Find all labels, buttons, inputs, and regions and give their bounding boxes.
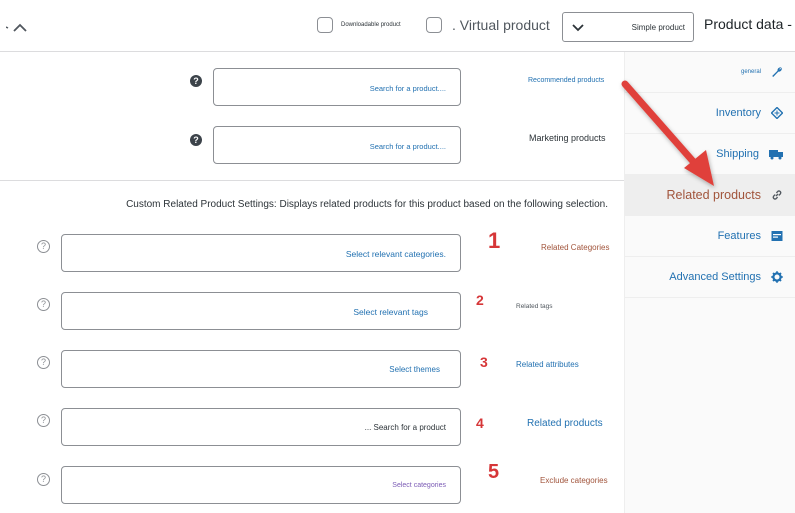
tab-features[interactable]: Features <box>625 216 795 257</box>
annotation-number-5: 5 <box>488 461 500 483</box>
related-categories-label: Related Categories <box>541 243 610 252</box>
virtual-checkbox[interactable] <box>426 17 442 33</box>
tab-related-products[interactable]: Related products <box>625 175 795 216</box>
help-icon[interactable]: ? <box>37 240 50 253</box>
downloadable-label: Downloadable product <box>341 22 401 28</box>
section-divider <box>0 180 624 181</box>
help-icon[interactable]: ? <box>37 298 50 311</box>
related-tags-input[interactable]: Select relevant tags <box>61 292 461 330</box>
page-title: Product data - <box>704 16 792 32</box>
related-categories-input[interactable]: Select relevant categories. <box>61 234 461 272</box>
annotation-number-1: 1 <box>488 228 501 253</box>
window-icon <box>771 231 783 241</box>
virtual-label: . Virtual product <box>452 17 550 33</box>
link-icon <box>772 190 782 200</box>
help-icon[interactable]: ? <box>37 356 50 369</box>
annotation-number-2: 2 <box>476 292 484 308</box>
related-categories-placeholder: Select relevant categories. <box>345 249 446 259</box>
gear-icon <box>771 271 783 283</box>
recommended-products-input[interactable]: Search for a product.... <box>213 68 461 106</box>
product-type-select[interactable]: Simple product <box>562 12 694 42</box>
exclude-categories-input[interactable]: Select categories <box>61 466 461 504</box>
exclude-categories-label: Exclude categories <box>540 476 608 485</box>
marketing-products-label: Marketing products <box>529 133 606 143</box>
tab-label: Features <box>717 230 761 242</box>
collapse-caret-icon[interactable] <box>6 16 34 38</box>
related-attributes-input[interactable]: Select themes <box>61 350 461 388</box>
related-products-label: Related products <box>527 418 603 429</box>
help-icon[interactable]: ? <box>37 414 50 427</box>
related-products-input[interactable]: ... Search for a product <box>61 408 461 446</box>
recommended-products-label: Recommended products <box>528 77 605 84</box>
wrench-icon <box>772 67 782 77</box>
marketing-placeholder: Search for a product.... <box>369 142 446 151</box>
downloadable-option[interactable]: Downloadable product <box>317 16 401 34</box>
product-type-value: Simple product <box>631 23 685 32</box>
help-icon[interactable]: ? <box>37 473 50 486</box>
tab-general[interactable]: general <box>625 52 795 93</box>
downloadable-checkbox[interactable] <box>317 17 333 33</box>
virtual-option[interactable]: . Virtual product <box>426 15 550 35</box>
related-settings-description: Custom Related Product Settings: Display… <box>126 199 608 210</box>
help-icon[interactable]: ? <box>190 134 202 146</box>
tab-label: Inventory <box>715 107 761 119</box>
tag-icon <box>771 107 783 119</box>
tab-label: general <box>740 69 761 75</box>
tab-shipping[interactable]: Shipping <box>625 134 795 175</box>
tab-label: Advanced Settings <box>669 271 761 283</box>
related-attributes-placeholder: Select themes <box>389 365 440 374</box>
exclude-categories-placeholder: Select categories <box>392 482 446 489</box>
tab-label: Related products <box>666 188 761 202</box>
related-attributes-label: Related attributes <box>516 360 579 369</box>
annotation-number-4: 4 <box>476 415 484 431</box>
related-tags-label: Related tags <box>516 303 553 310</box>
chevron-down-icon <box>572 24 584 32</box>
truck-icon <box>769 150 783 160</box>
product-data-header: Downloadable product . Virtual product S… <box>0 0 795 52</box>
related-products-placeholder: ... Search for a product <box>364 423 446 432</box>
help-icon[interactable]: ? <box>190 75 202 87</box>
product-data-tabs: general Inventory Shipping Related produ… <box>624 52 795 513</box>
recommended-placeholder: Search for a product.... <box>369 84 446 93</box>
marketing-products-input[interactable]: Search for a product.... <box>213 126 461 164</box>
tab-label: Shipping <box>716 148 759 160</box>
related-tags-placeholder: Select relevant tags <box>353 307 428 317</box>
tab-inventory[interactable]: Inventory <box>625 93 795 134</box>
annotation-number-3: 3 <box>480 354 488 370</box>
tab-advanced-settings[interactable]: Advanced Settings <box>625 257 795 298</box>
